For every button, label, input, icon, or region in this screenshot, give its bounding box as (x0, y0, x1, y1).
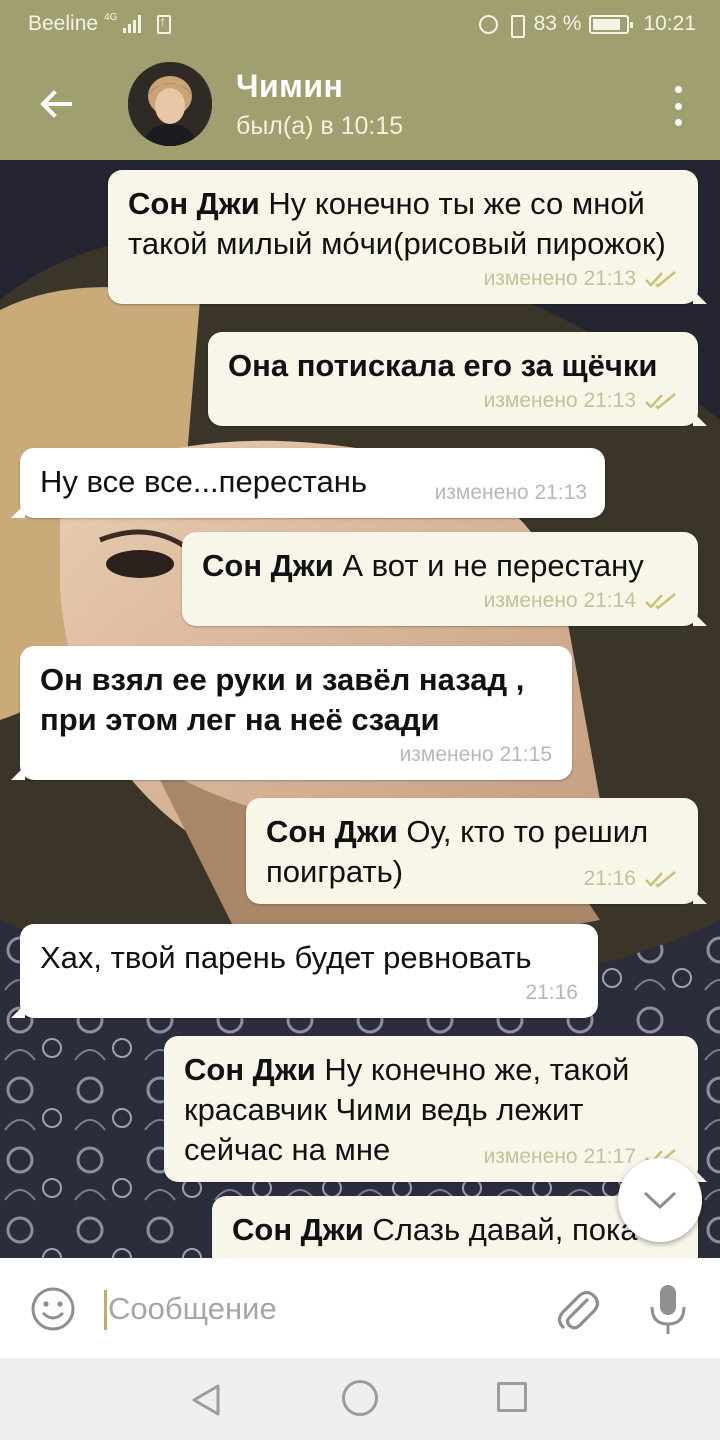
message-meta: изменено 21:15 (40, 742, 552, 768)
message-body: Она потискала его за щёчки (228, 348, 658, 383)
double-check-icon (645, 871, 676, 888)
message-body: Ну все все...перестань (40, 464, 368, 499)
double-check-icon (645, 593, 676, 610)
status-bar: Beeline 4G 83 % 10:21 (0, 0, 720, 48)
chevron-down-icon (643, 1191, 677, 1210)
message-input[interactable] (108, 1284, 528, 1334)
message-sender: Сон Джи (184, 1052, 316, 1087)
message-bubble-outgoing[interactable]: Сон Джи Ну конечно же, такой красавчик Ч… (164, 1036, 707, 1182)
message-sender: Сон Джи (232, 1212, 364, 1247)
scroll-to-bottom-button[interactable] (618, 1158, 702, 1242)
status-left: Beeline 4G (28, 11, 172, 36)
message-bubble-outgoing[interactable]: Сон Джи Оу, кто то решил поиграть) 21:16 (246, 798, 707, 904)
message-time: 21:16 (525, 981, 578, 1004)
message-time: изменено 21:14 (483, 589, 636, 612)
signal-icon (123, 15, 142, 33)
message-body: Хах, твой парень будет ревновать (40, 940, 532, 975)
battery-level (593, 18, 620, 30)
message-text: Он взял ее руки и завёл назад , при этом… (40, 660, 552, 740)
vibrate-icon (506, 14, 526, 38)
triangle-back-icon (192, 1384, 220, 1416)
voice-message-button[interactable] (646, 1282, 690, 1336)
nav-home-button[interactable] (342, 1380, 378, 1416)
status-right: 83 % 10:21 (478, 12, 696, 38)
arrow-left-icon (40, 90, 72, 118)
system-navigation-bar (0, 1358, 720, 1440)
message-meta: 21:16 (40, 980, 578, 1006)
chat-area[interactable]: Сон Джи Ну конечно ты же со мной такой м… (0, 160, 720, 1258)
message-body: Слазь давай, пока (363, 1212, 638, 1247)
message-time: 21:16 (583, 867, 636, 890)
nav-back-button[interactable] (188, 1382, 224, 1418)
upload-icon (157, 13, 172, 34)
microphone-icon (650, 1285, 686, 1334)
battery-icon (589, 14, 634, 34)
message-text: Она потискала его за щёчки (228, 346, 678, 386)
message-text: Сон Джи А вот и не перестану (202, 546, 678, 586)
emoji-icon (31, 1287, 75, 1331)
message-time: изменено 21:13 (483, 267, 636, 290)
paperclip-icon (557, 1290, 600, 1330)
message-text: Сон Джи Слазь давай, пока (232, 1210, 678, 1250)
message-meta: изменено 21:13 (128, 266, 678, 292)
message-body: А вот и не перестану (333, 548, 644, 583)
message-text: Хах, твой парень будет ревновать (40, 938, 578, 978)
clock: 10:21 (643, 12, 696, 35)
chat-header: Чимин был(а) в 10:15 (0, 48, 720, 160)
message-bubble-incoming[interactable]: Он взял ее руки и завёл назад , при этом… (11, 646, 572, 780)
nav-recents-button[interactable] (497, 1382, 527, 1412)
more-vertical-icon[interactable] (666, 86, 690, 126)
message-sender: Сон Джи (266, 814, 398, 849)
double-check-icon (645, 393, 676, 410)
message-bubble-outgoing[interactable]: Сон Джи Ну конечно ты же со мной такой м… (108, 170, 707, 304)
last-seen-status: был(а) в 10:15 (236, 112, 404, 140)
emoji-button[interactable] (30, 1286, 76, 1332)
message-meta: изменено 21:14 (202, 588, 678, 614)
message-time: изменено 21:13 (434, 481, 587, 504)
attach-button[interactable] (554, 1284, 600, 1334)
battery-percent: 83 % (533, 12, 582, 35)
back-button[interactable] (34, 82, 78, 126)
message-composer (0, 1258, 720, 1358)
message-sender: Сон Джи (128, 186, 260, 221)
message-bubble-incoming[interactable]: Хах, твой парень будет ревновать 21:16 (11, 924, 598, 1018)
avatar-photo (128, 62, 212, 146)
chat-title[interactable]: Чимин (236, 68, 343, 105)
message-text: Сон Джи Ну конечно ты же со мной такой м… (128, 184, 678, 264)
message-bubble-outgoing[interactable]: Сон Джи А вот и не перестану изменено 21… (182, 532, 707, 626)
carrier-label: Beeline (28, 12, 99, 35)
message-sender: Сон Джи (202, 548, 334, 583)
avatar[interactable] (128, 62, 212, 146)
message-bubble-outgoing[interactable]: Она потискала его за щёчки изменено 21:1… (208, 332, 707, 426)
alarm-icon (478, 14, 498, 34)
message-time: изменено 21:17 (483, 1145, 636, 1168)
message-body: Он взял ее руки и завёл назад , при этом… (40, 662, 525, 737)
double-check-icon (645, 271, 676, 288)
text-cursor (104, 1290, 107, 1330)
message-bubble-incoming[interactable]: Ну все все...перестань изменено 21:13 (11, 448, 605, 518)
network-type: 4G (104, 11, 118, 23)
message-meta: изменено 21:13 (228, 388, 678, 414)
message-time: изменено 21:15 (399, 743, 552, 766)
message-time: изменено 21:13 (483, 389, 636, 412)
